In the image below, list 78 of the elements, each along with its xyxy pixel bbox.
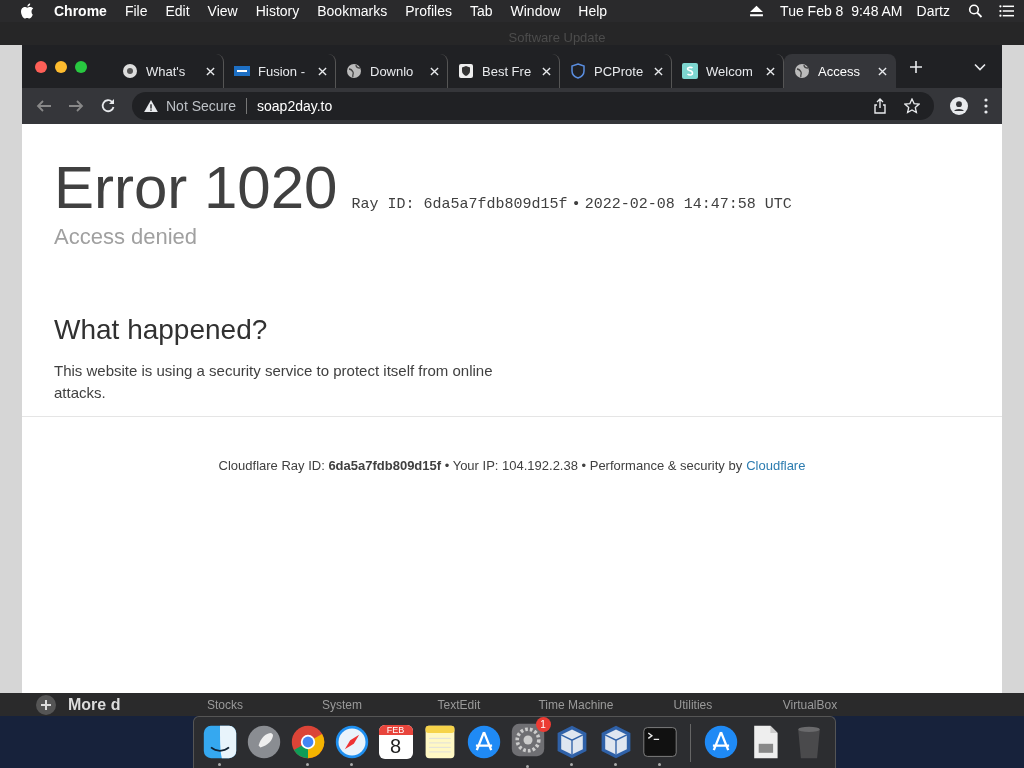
plus-icon[interactable] [36,694,56,715]
apple-icon[interactable] [20,3,34,19]
calendar-month: FEB [378,724,413,735]
close-icon[interactable] [654,66,663,76]
close-icon[interactable] [318,66,327,76]
search-icon[interactable] [968,4,983,18]
menu-item[interactable]: View [207,3,238,19]
more-icon[interactable] [984,98,988,114]
app-store-icon[interactable] [702,723,739,760]
gear-icon[interactable] [509,721,546,758]
shield-icon [570,63,586,79]
tab-title: PCProte [594,63,645,79]
compass-icon[interactable] [333,723,370,760]
tab-title: Welcom [706,63,754,79]
more-label: More d [68,695,121,714]
tab-title: Access [818,63,861,79]
error-subtitle: Access denied [54,224,199,250]
tab-title: What's [146,63,187,79]
calendar-day: 8 [389,734,402,758]
warning-icon [144,100,158,112]
menu-item[interactable]: Tab [469,3,493,19]
chevron-down-icon[interactable] [974,62,986,71]
menu-item[interactable]: Bookmarks [317,3,388,19]
notification-badge: 1 [535,716,551,732]
share-icon[interactable] [872,98,888,114]
tab-title: Best Fre [482,63,533,79]
reload-icon[interactable] [100,98,116,114]
address-bar[interactable]: Not Secure soap2day.to [132,92,934,120]
app-label: System [320,697,363,712]
chrome-icon[interactable] [289,723,326,760]
footer-text: Cloudflare Ray ID: 6da5a7fdb809d15f • Your IP: 104.192.2.38 • Performance & security by [218,458,743,473]
square-icon [682,63,698,79]
section-heading: What happened? [54,314,269,346]
star-icon[interactable] [904,98,920,114]
explanation-text: This website is using a security service to protect itself from online attacks. [54,361,494,403]
menu-item[interactable]: Edit [165,3,190,19]
calendar-icon[interactable]: FEB 8 [378,724,413,759]
globe-icon [346,63,362,79]
menu-item[interactable]: Profiles [405,3,452,19]
user-name[interactable]: Dartz [916,3,950,19]
app-label: VirtualBox [781,697,839,712]
new-tab-icon[interactable] [910,60,922,73]
eject-icon[interactable] [749,4,765,18]
list-icon[interactable] [999,4,1014,18]
cloudflare-link[interactable]: Cloudflare [746,458,806,473]
ray-id: Ray ID: 6da5a7fdb809d15f [351,196,568,213]
forward-icon[interactable] [68,98,84,114]
menu-item[interactable]: History [255,3,300,19]
close-icon[interactable] [766,66,775,76]
close-icon[interactable] [430,66,439,76]
menu-item[interactable]: File [124,3,148,19]
error-title: Error 1020 [54,153,338,223]
menu-item[interactable]: Help [578,3,608,19]
chrome-icon [122,63,138,79]
logo-icon [234,63,250,79]
menu-item[interactable]: Window [510,3,561,19]
back-icon[interactable] [36,98,52,114]
tab-title: Downlo [370,63,415,79]
globe-icon [794,63,810,79]
profile-icon[interactable] [950,97,968,115]
app-label: Time Machine [537,697,615,712]
close-icon[interactable] [542,66,551,76]
tab-title: Fusion - [258,63,306,79]
finder-icon[interactable] [201,723,238,760]
shield-icon [458,63,474,79]
app-label: TextEdit [436,697,482,712]
close-icon[interactable] [206,66,215,76]
clock[interactable]: Tue Feb 8 9:48 AM [780,3,903,19]
app-label: Utilities [672,697,714,712]
url-text: soap2day.to [257,98,333,114]
app-menu[interactable]: Chrome [54,3,107,19]
browser-tab[interactable]: Access [784,54,896,88]
close-icon[interactable] [878,66,887,76]
app-label: Stocks [205,697,244,712]
app-store-icon[interactable] [465,723,502,760]
timestamp: 2022-02-08 14:47:58 UTC [584,196,792,213]
bullet: • [573,194,579,211]
security-label: Not Secure [166,98,237,114]
